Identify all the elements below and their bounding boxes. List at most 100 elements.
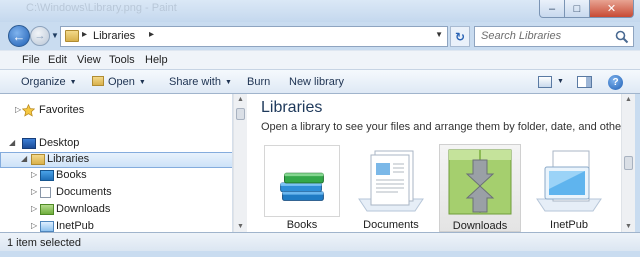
downloads-icon (448, 149, 512, 215)
title-bar[interactable]: C:\Windows\Library.png - Paint – □ ✕ (0, 0, 640, 22)
tree-item-documents[interactable]: ▷ Documents (0, 185, 232, 201)
menu-view[interactable]: View (77, 54, 101, 66)
tree-item-books[interactable]: ▷ Books (0, 168, 232, 184)
scroll-up-icon[interactable]: ▲ (625, 96, 632, 103)
search-input[interactable]: Search Libraries (474, 26, 634, 47)
refresh-button[interactable]: ↻ (450, 26, 470, 47)
tree-item-libraries[interactable]: ◢ Libraries (0, 152, 232, 168)
address-bar[interactable]: ▸ Libraries ▸ ▼ (60, 26, 448, 47)
burn-button[interactable]: Burn (247, 76, 270, 88)
tree-label: Books (56, 169, 87, 181)
minimize-button[interactable]: – (539, 0, 565, 18)
help-icon[interactable]: ? (608, 75, 623, 90)
menu-tools[interactable]: Tools (109, 54, 135, 66)
forward-button[interactable]: → (30, 26, 50, 46)
menu-help[interactable]: Help (145, 54, 168, 66)
back-button[interactable]: ← (8, 25, 30, 47)
library-tile-inetpub[interactable]: InetPub (528, 144, 610, 232)
new-library-button[interactable]: New library (289, 76, 344, 88)
search-icon[interactable] (615, 30, 629, 44)
navigation-pane: ▷ Favorites ◢ Desktop ◢ Libraries ▷ Book… (0, 94, 233, 232)
arrow-left-icon: ← (12, 28, 26, 44)
search-placeholder: Search Libraries (481, 30, 562, 42)
menu-bar: File Edit View Tools Help (0, 50, 640, 69)
documents-icon (358, 150, 424, 212)
tree-label: Libraries (47, 153, 90, 165)
chevron-down-icon: ▼ (69, 79, 77, 86)
explorer-window: C:\Windows\Library.png - Paint – □ ✕ ← →… (0, 0, 640, 257)
scroll-up-icon[interactable]: ▲ (237, 96, 244, 103)
libraries-icon (31, 154, 45, 165)
chevron-down-icon: ▼ (224, 79, 232, 86)
expand-arrow-icon[interactable]: ▷ (15, 105, 21, 114)
tree-label: InetPub (56, 220, 94, 232)
preview-pane-icon[interactable] (577, 76, 592, 88)
tree-label: Downloads (56, 203, 111, 215)
navigation-scrollbar[interactable]: ▲ ▼ (233, 94, 247, 232)
open-button[interactable]: Open ▼ (92, 76, 146, 88)
tree-label: Favorites (39, 104, 85, 116)
chevron-right-icon[interactable]: ▸ (149, 29, 154, 40)
folder-icon (92, 76, 104, 86)
library-tile-downloads[interactable]: Downloads (439, 144, 521, 232)
expand-arrow-icon[interactable]: ▷ (31, 170, 37, 179)
tree-label: Documents (56, 186, 112, 198)
content-scrollbar[interactable]: ▲ ▼ (621, 94, 635, 232)
library-tile-books[interactable]: Books (261, 144, 343, 232)
expand-arrow-icon[interactable]: ▷ (31, 221, 37, 230)
maximize-button[interactable]: □ (565, 0, 590, 18)
scroll-down-icon[interactable]: ▼ (237, 223, 244, 230)
status-text: 1 item selected (7, 237, 81, 249)
window-title: C:\Windows\Library.png - Paint (26, 2, 177, 14)
expand-arrow-icon[interactable]: ▷ (31, 204, 37, 213)
change-view-icon[interactable] (538, 76, 552, 88)
star-icon (22, 104, 35, 117)
chevron-down-icon: ▼ (138, 79, 146, 86)
recent-pages-dropdown-icon[interactable]: ▼ (51, 31, 59, 40)
menu-edit[interactable]: Edit (48, 54, 67, 66)
downloads-icon (40, 204, 54, 215)
tree-item-favorites[interactable]: ▷ Favorites (0, 103, 232, 119)
tree-label: Desktop (39, 137, 80, 149)
share-with-label: Share with (169, 76, 221, 88)
collapse-arrow-icon[interactable]: ◢ (21, 154, 27, 163)
organize-label: Organize (21, 76, 66, 88)
scroll-down-icon[interactable]: ▼ (625, 223, 632, 230)
library-description: Open a library to see your files and arr… (261, 121, 621, 133)
collapse-arrow-icon[interactable]: ◢ (9, 138, 15, 147)
documents-icon (40, 187, 51, 198)
share-with-button[interactable]: Share with ▼ (169, 76, 232, 88)
tile-label: InetPub (550, 219, 588, 231)
caption-buttons: – □ ✕ (539, 0, 634, 18)
organize-button[interactable]: Organize ▼ (21, 76, 77, 88)
chevron-right-icon[interactable]: ▸ (82, 29, 87, 40)
refresh-icon: ↻ (454, 29, 466, 44)
command-bar: Organize ▼ Open ▼ Share with ▼ Burn New lib… (0, 69, 640, 94)
open-label: Open (108, 76, 135, 88)
libraries-folder-icon (65, 30, 79, 42)
arrow-right-icon: → (34, 30, 46, 42)
library-tile-documents[interactable]: Documents (350, 144, 432, 232)
books-icon (40, 170, 54, 181)
menu-file[interactable]: File (22, 54, 40, 66)
chevron-down-icon[interactable]: ▼ (557, 78, 564, 85)
breadcrumb-libraries[interactable]: Libraries (93, 30, 135, 42)
inetpub-icon (40, 221, 54, 232)
scroll-thumb[interactable] (624, 156, 633, 170)
content-pane: Libraries Open a library to see your fil… (247, 94, 621, 232)
scroll-thumb[interactable] (236, 108, 245, 120)
status-bar: 1 item selected (0, 232, 640, 251)
inetpub-icon (536, 150, 602, 212)
tree-item-inetpub[interactable]: ▷ InetPub (0, 219, 232, 232)
tree-item-desktop[interactable]: ◢ Desktop (0, 136, 232, 152)
tile-label: Downloads (452, 220, 508, 232)
close-button[interactable]: ✕ (590, 0, 634, 18)
desktop-icon (22, 138, 36, 149)
books-icon (264, 145, 340, 217)
tree-item-downloads[interactable]: ▷ Downloads (0, 202, 232, 218)
expand-arrow-icon[interactable]: ▷ (31, 187, 37, 196)
address-row: ← → ▼ ▸ Libraries ▸ ▼ ↻ Search Libraries (0, 22, 640, 50)
window-frame-bottom (0, 251, 640, 257)
address-history-dropdown-icon[interactable]: ▼ (435, 30, 443, 39)
tile-label: Documents (363, 219, 419, 231)
